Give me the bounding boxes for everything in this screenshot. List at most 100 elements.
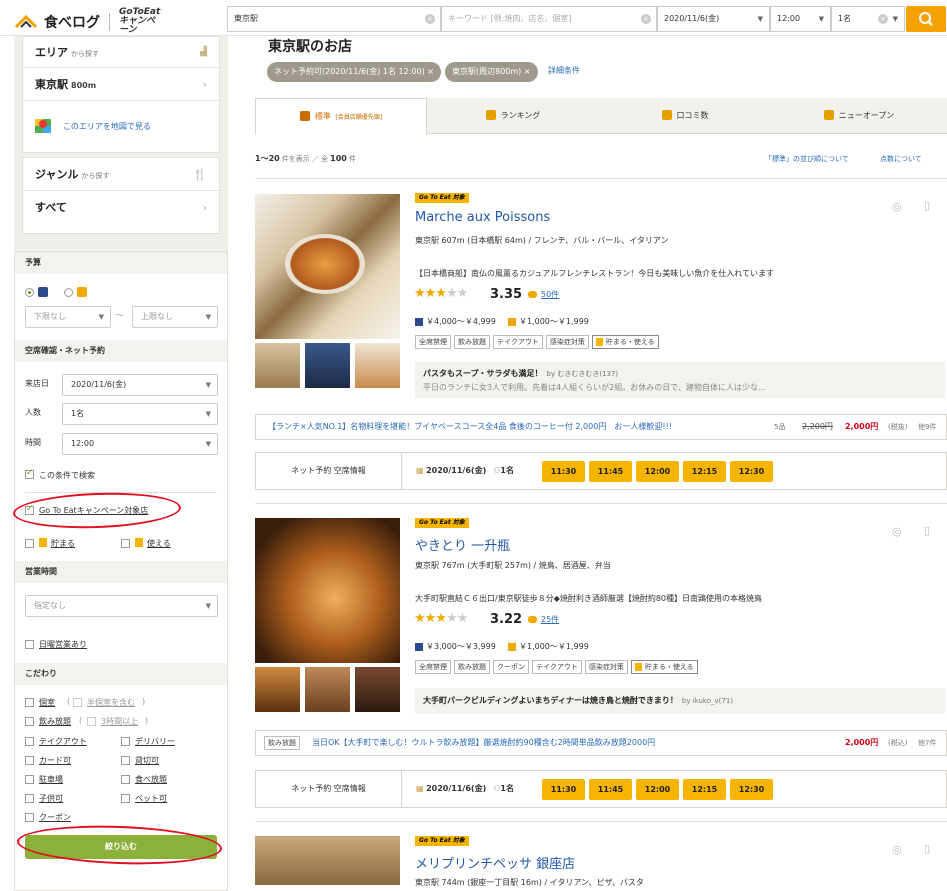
pin-icon[interactable]: ◎ <box>892 525 902 538</box>
date-select[interactable]: 2020/11/6(金) ▼ <box>657 6 770 32</box>
budget-max-select[interactable]: 上限なし ▼ <box>132 306 218 328</box>
visit-date-select[interactable]: 2020/11/6(金) ▼ <box>62 374 218 396</box>
kids-label[interactable]: 子供可 <box>39 793 63 804</box>
clear-icon[interactable]: × <box>425 14 435 24</box>
tamaru-checkbox[interactable] <box>25 539 34 548</box>
restaurant-photo-main[interactable] <box>255 194 400 339</box>
pin-icon[interactable]: ◎ <box>892 200 902 213</box>
review-count[interactable]: 50件 <box>541 289 559 300</box>
over3h-label[interactable]: 3時間以上 <box>101 716 138 727</box>
nomihoudai-checkbox[interactable] <box>25 717 34 726</box>
restaurant-thumb[interactable] <box>305 667 350 712</box>
time-filter-select[interactable]: 12:00 ▼ <box>62 433 218 455</box>
area-input[interactable]: 東京駅 × <box>227 6 441 32</box>
restaurant-photo-main[interactable] <box>255 836 400 885</box>
tamaru-label[interactable]: 貯まる <box>51 538 75 549</box>
time-slot-button[interactable]: 11:45 <box>589 461 632 482</box>
tab-standard[interactable]: 標準 [会員店舗優先順] <box>255 98 427 135</box>
takeout-checkbox[interactable] <box>25 737 34 746</box>
map-link-row[interactable]: このエリアを地図で見る <box>23 101 219 151</box>
time-select[interactable]: 12:00 ▼ <box>770 6 831 32</box>
kashikiri-checkbox[interactable] <box>121 756 130 765</box>
time-slot-button[interactable]: 12:00 <box>636 461 679 482</box>
tsukaeru-label[interactable]: 使える <box>147 538 171 549</box>
private-room-label[interactable]: 個室 <box>39 697 55 708</box>
review-snippet[interactable]: パスタもスープ・サラダも満足！ by むきむきむき(137) 平日のランチに女3人… <box>415 362 945 398</box>
sunday-label[interactable]: 日曜営業あり <box>39 639 87 650</box>
restaurant-thumb[interactable] <box>355 667 400 712</box>
restaurant-photo-main[interactable] <box>255 518 400 663</box>
lunch-radio[interactable] <box>64 288 73 297</box>
private-room-checkbox[interactable] <box>25 698 34 707</box>
dinner-radio[interactable] <box>25 288 34 297</box>
over3h-checkbox[interactable] <box>87 717 96 726</box>
review-snippet[interactable]: 大手町パークビルディングよいまちディナーは焼き鳥と焼酎できまり！ by ikuko… <box>415 688 945 714</box>
time-slot-button[interactable]: 12:15 <box>683 779 726 800</box>
clear-icon[interactable]: × <box>878 14 888 24</box>
time-slot-button[interactable]: 11:30 <box>542 461 585 482</box>
detail-conditions-link[interactable]: 詳細条件 <box>548 65 580 76</box>
coupon-label[interactable]: クーポン <box>39 812 71 823</box>
bookmark-icon[interactable]: ▯ <box>924 842 930 855</box>
tab-ranking[interactable]: ランキング <box>427 98 599 134</box>
station-row[interactable]: 東京駅 800m › <box>23 68 219 101</box>
sort-order-link[interactable]: 「標準」の並び順について <box>765 154 849 164</box>
hours-select[interactable]: 指定なし ▼ <box>25 595 218 617</box>
card-checkbox[interactable] <box>25 756 34 765</box>
pets-checkbox[interactable] <box>121 794 130 803</box>
restaurant-thumb[interactable] <box>255 667 300 712</box>
time-slot-button[interactable]: 12:30 <box>730 461 773 482</box>
coupon-checkbox[interactable] <box>25 813 34 822</box>
budget-min-select[interactable]: 下限なし ▼ <box>25 306 111 328</box>
semi-private-label[interactable]: 半個室を含む <box>87 697 135 708</box>
parking-checkbox[interactable] <box>25 775 34 784</box>
bookmark-icon[interactable]: ▯ <box>924 524 930 537</box>
restaurant-thumb[interactable] <box>305 343 350 388</box>
bookmark-icon[interactable]: ▯ <box>924 199 930 212</box>
cond-search-checkbox[interactable] <box>25 468 34 479</box>
search-button[interactable] <box>906 6 946 32</box>
promo-more[interactable]: 他7件 <box>918 731 936 755</box>
tab-reviews[interactable]: 口コミ数 <box>599 98 771 134</box>
genre-all-row[interactable]: すべて › <box>23 191 219 224</box>
score-link[interactable]: 点数について <box>880 154 922 164</box>
kashikiri-label[interactable]: 貸切可 <box>135 755 159 766</box>
time-slot-button[interactable]: 11:45 <box>589 779 632 800</box>
time-slot-button[interactable]: 11:30 <box>542 779 585 800</box>
promo-more[interactable]: 他9件 <box>918 415 936 439</box>
tab-new-open[interactable]: ニューオープン <box>771 98 947 134</box>
tsukaeru-checkbox[interactable] <box>121 539 130 548</box>
restaurant-name[interactable]: Marche aux Poissons <box>415 210 550 225</box>
sunday-checkbox[interactable] <box>25 640 34 649</box>
restaurant-name[interactable]: メリプリンチペッサ 銀座店 <box>415 853 575 872</box>
course-promo[interactable]: 飲み放題 当日OK【大手町で楽しむ！ウルトラ飲み放題】厳選焼酎約90種含む2時間… <box>255 730 947 756</box>
clear-icon[interactable]: × <box>641 14 651 24</box>
people-filter-select[interactable]: 1名 ▼ <box>62 403 218 425</box>
course-promo[interactable]: 【ランチ×人気NO.1】名物料理を堪能！ブイヤベースコース全4品 食後のコーヒー… <box>255 414 947 440</box>
pets-label[interactable]: ペット可 <box>135 793 167 804</box>
semi-private-checkbox[interactable] <box>73 698 82 707</box>
restaurant-thumb[interactable] <box>255 343 300 388</box>
kids-checkbox[interactable] <box>25 794 34 803</box>
card-label[interactable]: カード可 <box>39 755 71 766</box>
parking-label[interactable]: 駐車場 <box>39 774 63 785</box>
time-slot-button[interactable]: 12:15 <box>683 461 726 482</box>
keyword-input[interactable]: キーワード [例:焼肉、店名、個室] × <box>441 6 657 32</box>
people-select[interactable]: 1名 × ▼ <box>831 6 905 32</box>
delivery-checkbox[interactable] <box>121 737 130 746</box>
filter-tag-reserve[interactable]: ネット予約可(2020/11/6(金) 1名 12:00) × <box>267 62 441 82</box>
nomihoudai-label[interactable]: 飲み放題 <box>39 716 71 727</box>
map-link[interactable]: このエリアを地図で見る <box>63 122 151 131</box>
takeout-label[interactable]: テイクアウト <box>39 736 87 747</box>
logo[interactable]: 食べログ GoToEat キャンペーン <box>14 8 160 35</box>
tabehoudai-checkbox[interactable] <box>121 775 130 784</box>
tabehoudai-label[interactable]: 食べ放題 <box>135 774 167 785</box>
review-count[interactable]: 25件 <box>541 614 559 625</box>
restaurant-name[interactable]: やきとり 一升瓶 <box>415 535 510 554</box>
filter-tag-area[interactable]: 東京駅(周辺800m) × <box>445 62 538 82</box>
time-slot-button[interactable]: 12:00 <box>636 779 679 800</box>
delivery-label[interactable]: デリバリー <box>135 736 175 747</box>
pin-icon[interactable]: ◎ <box>892 843 902 856</box>
restaurant-thumb[interactable] <box>355 343 400 388</box>
time-slot-button[interactable]: 12:30 <box>730 779 773 800</box>
